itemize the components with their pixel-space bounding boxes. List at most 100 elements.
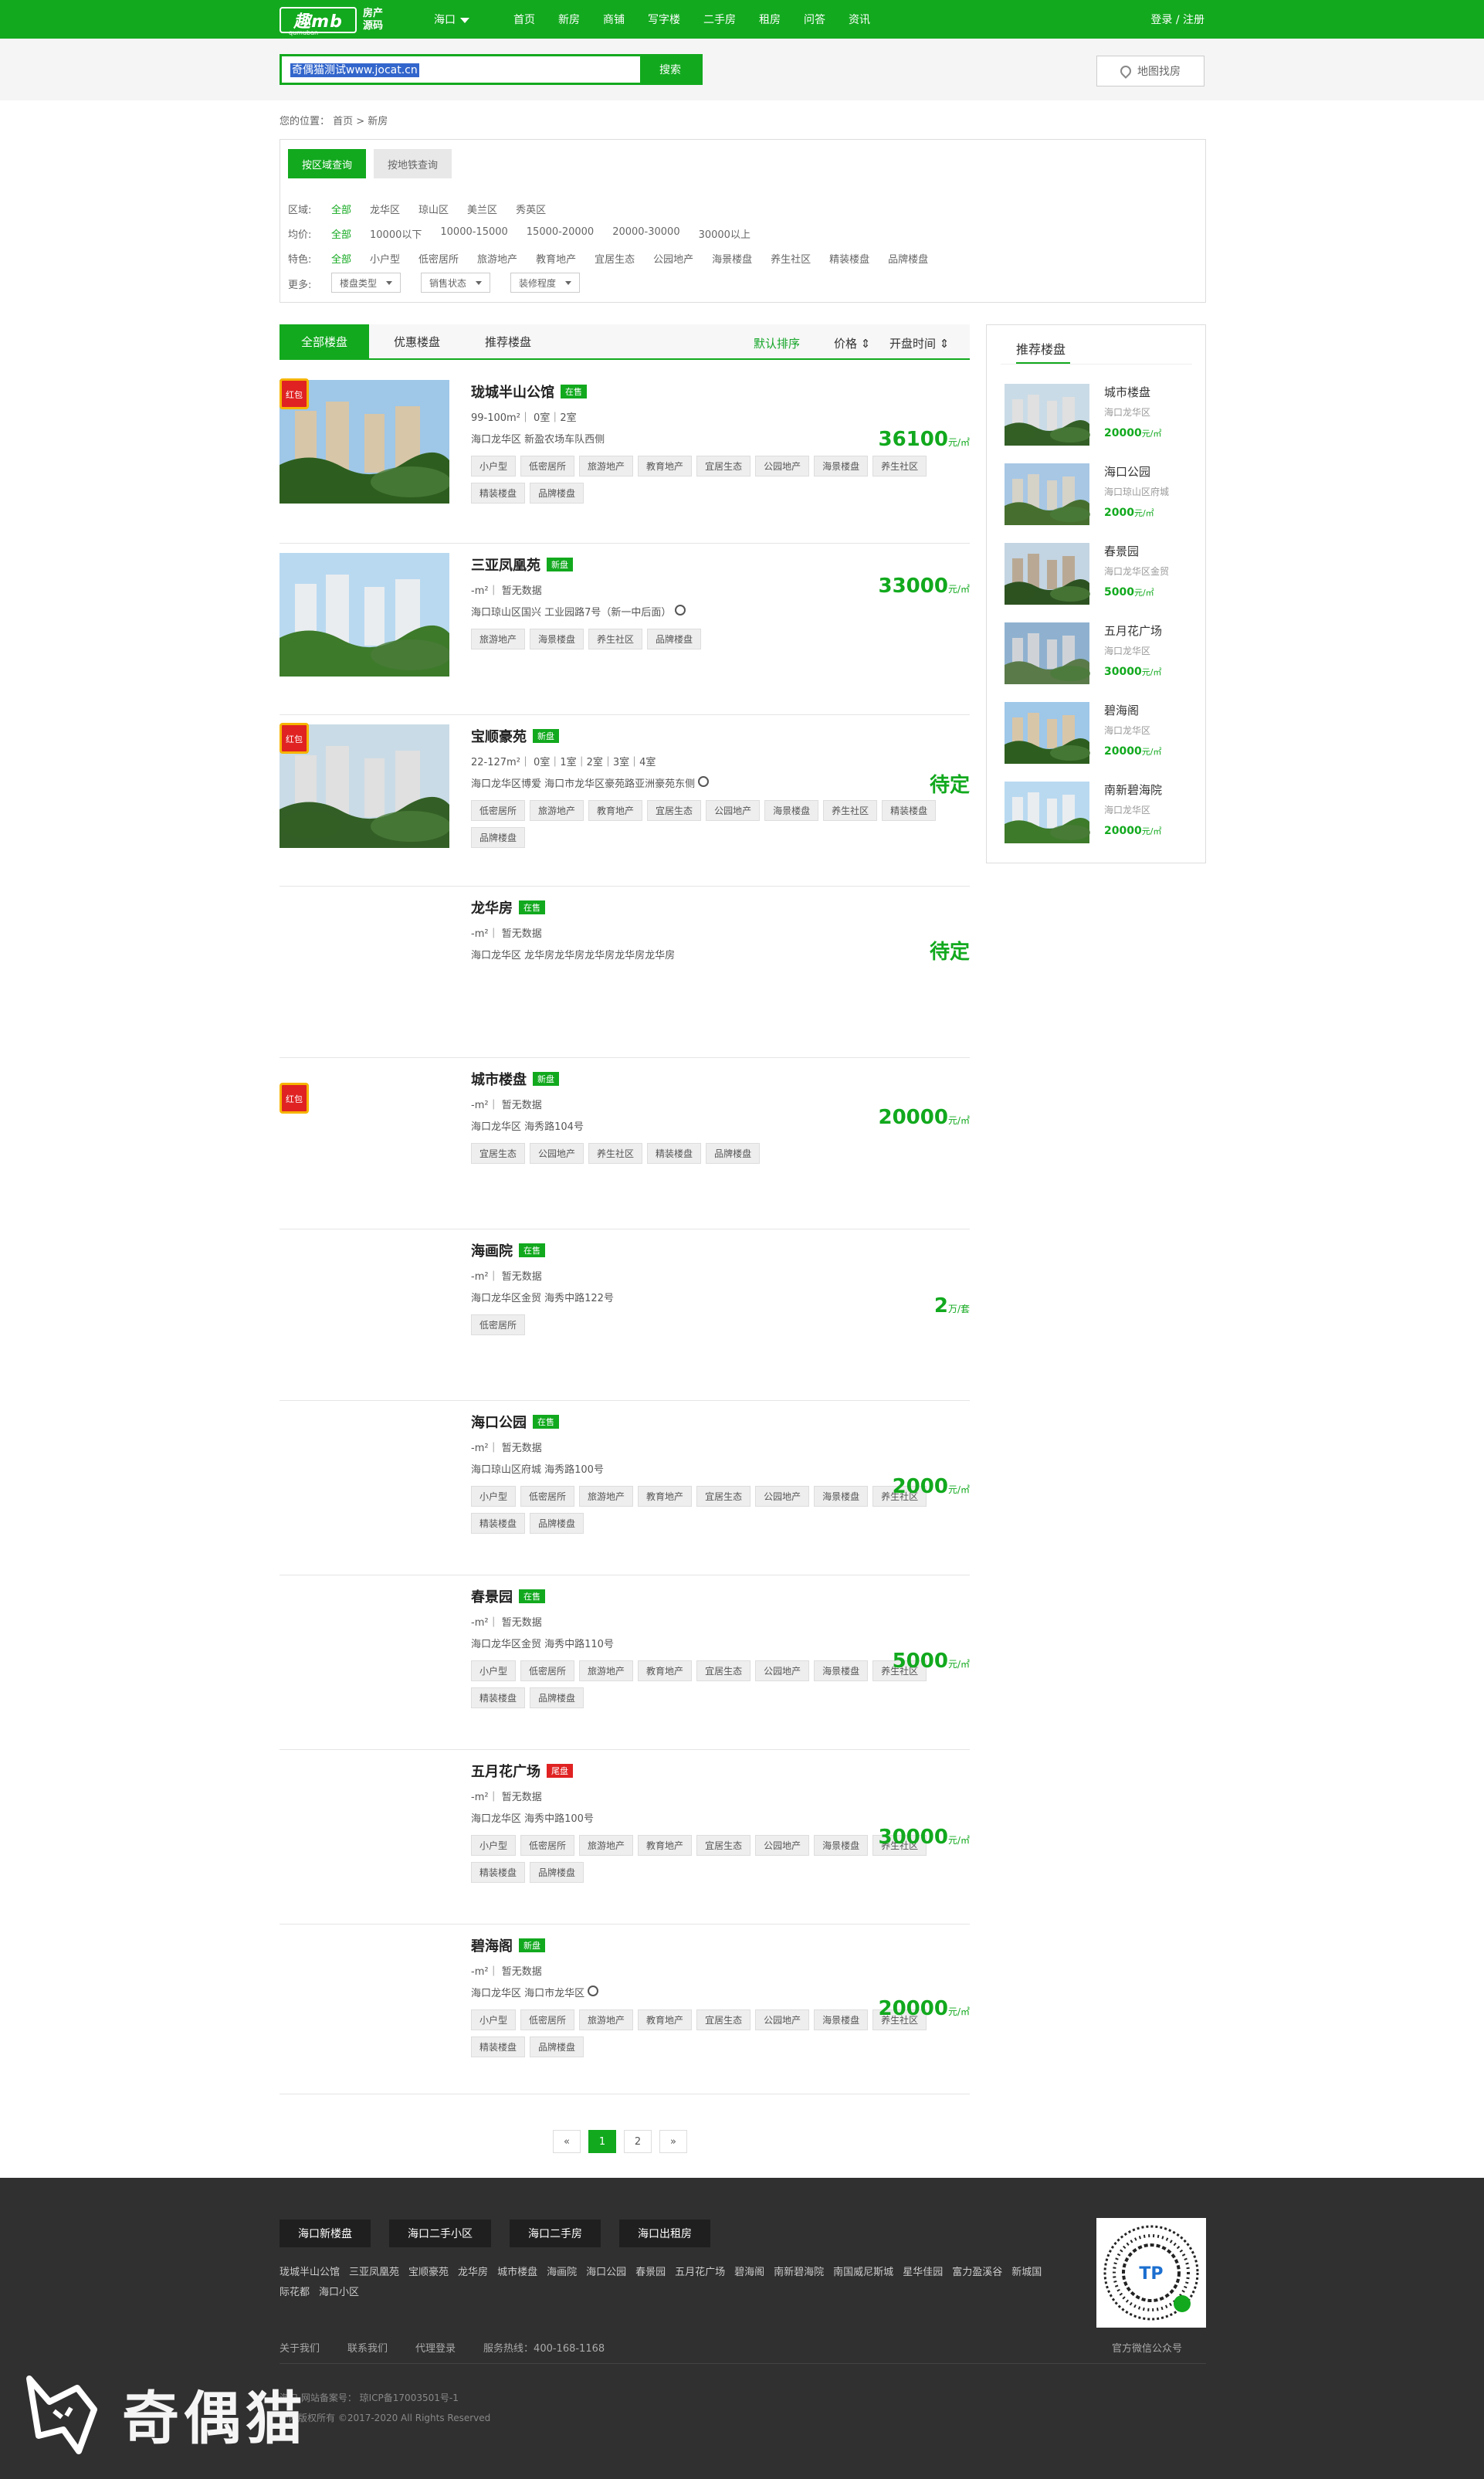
recommended-item[interactable]: 春景园 海口龙华区金贸 5000元/㎡ (1001, 543, 1194, 612)
listing-title[interactable]: 五月花广场 (471, 1761, 540, 1781)
filter-option[interactable]: 全部 (331, 226, 351, 241)
listing-item[interactable]: 碧海阁 新盘 -m²｜ 暂无数据 海口龙华区 海口市龙华区 小户型 低密居所 旅游地产 教育… (280, 1925, 970, 2094)
recommended-name[interactable]: 五月花广场 (1104, 622, 1162, 639)
menu-newhouse[interactable]: 新房 (558, 12, 580, 27)
listing-item[interactable]: 红包 珑城半山公馆 在售 99-100m²｜ 0室｜2室 海口龙华区 新盈农场车队西侧小… (280, 371, 970, 544)
filter-option[interactable]: 旅游地产 (477, 251, 517, 266)
listing-title[interactable]: 春景园 (471, 1586, 513, 1606)
recommended-image[interactable] (1001, 702, 1093, 764)
filter-option[interactable]: 15000-20000 (527, 226, 594, 241)
footer-link[interactable]: 海口小区 (319, 2287, 359, 2298)
recommended-item[interactable]: 碧海阁 海口龙华区 20000元/㎡ (1001, 702, 1194, 772)
tab-discount-listings[interactable]: 优惠楼盘 (394, 324, 440, 358)
listing-title[interactable]: 城市楼盘 (471, 1069, 527, 1089)
footer-btn-second-community[interactable]: 海口二手小区 (389, 2220, 491, 2247)
listing-title[interactable]: 海口公园 (471, 1412, 527, 1432)
footer-btn-new[interactable]: 海口新楼盘 (280, 2220, 371, 2247)
select-property-type[interactable]: 楼盘类型 (331, 273, 401, 293)
footer-link[interactable]: 海口公园 (586, 2267, 626, 2278)
tab-recommended-listings[interactable]: 推荐楼盘 (485, 324, 531, 358)
recommended-image[interactable] (1001, 543, 1093, 605)
listing-name[interactable]: 宝顺豪苑 新盘 (471, 726, 559, 746)
listing-name[interactable]: 碧海阁 新盘 (471, 1935, 545, 1955)
footer-link[interactable]: 三亚凤凰苑 (349, 2267, 399, 2278)
filter-option[interactable]: 小户型 (370, 251, 400, 266)
location-icon[interactable] (674, 605, 686, 616)
listing-name[interactable]: 五月花广场 尾盘 (471, 1761, 573, 1781)
listing-title[interactable]: 三亚凤凰苑 (471, 554, 540, 575)
footer-link[interactable]: 南国威尼斯城 (833, 2267, 893, 2278)
filter-option[interactable]: 宜居生态 (595, 251, 635, 266)
filter-option[interactable]: 30000以上 (699, 226, 750, 241)
listing-title[interactable]: 宝顺豪苑 (471, 726, 527, 746)
listing-title[interactable]: 碧海阁 (471, 1935, 513, 1955)
filter-option[interactable]: 全部 (331, 251, 351, 266)
page-2[interactable]: 2 (624, 2130, 652, 2153)
footer-about[interactable]: 关于我们 (280, 2340, 320, 2355)
listing-name[interactable]: 春景园 在售 (471, 1586, 545, 1606)
filter-option[interactable]: 美兰区 (467, 202, 497, 216)
tab-all-listings[interactable]: 全部楼盘 (280, 324, 370, 358)
listing-item[interactable]: 海画院 在售 -m²｜ 暂无数据 海口龙华区金贸 海秀中路122号 低密居所 2万/套 (280, 1229, 970, 1401)
search-button[interactable]: 搜索 (640, 56, 700, 83)
recommended-name[interactable]: 海口公园 (1104, 463, 1150, 480)
listing-title[interactable]: 珑城半山公馆 (471, 382, 554, 402)
footer-link[interactable]: 富力盈溪谷 (952, 2267, 1002, 2278)
listing-item[interactable]: 三亚凤凰苑 新盘 -m²｜ 暂无数据 海口琼山区国兴 工业园路7号（新一中后面） 旅游… (280, 544, 970, 715)
filter-option[interactable]: 海景楼盘 (712, 251, 752, 266)
recommended-item[interactable]: 南新碧海院 海口龙华区 20000元/㎡ (1001, 782, 1194, 851)
listing-item[interactable]: 红包 宝顺豪苑 新盘 22-127m²｜ 0室｜1室｜2室｜3室｜4室 海口龙华区博爱 … (280, 715, 970, 887)
login-register-link[interactable]: 登录 / 注册 (1150, 12, 1204, 27)
menu-rent[interactable]: 租房 (759, 12, 781, 27)
filter-option[interactable]: 10000-15000 (440, 226, 507, 241)
listing-name[interactable]: 龙华房 在售 (471, 897, 545, 917)
menu-news[interactable]: 资讯 (849, 12, 870, 27)
select-decoration[interactable]: 装修程度 (510, 273, 581, 293)
menu-qa[interactable]: 问答 (804, 12, 825, 27)
map-search-button[interactable]: 地图找房 (1096, 56, 1204, 86)
listing-name[interactable]: 三亚凤凰苑 新盘 (471, 554, 573, 575)
listing-item[interactable]: 红包 城市楼盘 新盘 -m²｜ 暂无数据 海口龙华区 海秀路104号 宜居生态 公园地产 养生… (280, 1058, 970, 1229)
listing-name[interactable]: 海口公园 在售 (471, 1412, 559, 1432)
filter-option[interactable]: 养生社区 (771, 251, 811, 266)
recommended-name[interactable]: 南新碧海院 (1104, 782, 1162, 798)
recommended-name[interactable]: 春景园 (1104, 543, 1139, 559)
footer-link[interactable]: 珑城半山公馆 (280, 2267, 340, 2278)
filter-option[interactable]: 低密居所 (418, 251, 459, 266)
page-1[interactable]: 1 (588, 2130, 616, 2153)
footer-link[interactable]: 星华佳园 (903, 2267, 943, 2278)
filter-option[interactable]: 精装楼盘 (829, 251, 869, 266)
recommended-image[interactable] (1001, 782, 1093, 843)
listing-item[interactable]: 五月花广场 尾盘 -m²｜ 暂无数据 海口龙华区 海秀中路100号 小户型 低密居所 旅游地… (280, 1750, 970, 1925)
page-next[interactable]: » (659, 2130, 687, 2153)
footer-link[interactable]: 宝顺豪苑 (408, 2267, 449, 2278)
recommended-image[interactable] (1001, 622, 1093, 684)
recommended-image[interactable] (1001, 384, 1093, 446)
footer-link[interactable]: 南新碧海院 (774, 2267, 824, 2278)
menu-shop[interactable]: 商铺 (603, 12, 625, 27)
filter-option[interactable]: 20000-30000 (612, 226, 679, 241)
listing-title[interactable]: 龙华房 (471, 897, 513, 917)
sort-default[interactable]: 默认排序 (754, 335, 800, 351)
menu-home[interactable]: 首页 (513, 12, 535, 27)
filter-option[interactable]: 公园地产 (653, 251, 693, 266)
footer-btn-rent[interactable]: 海口出租房 (619, 2220, 710, 2247)
recommended-item[interactable]: 城市楼盘 海口龙华区 20000元/㎡ (1001, 384, 1194, 453)
filter-option[interactable]: 琼山区 (418, 202, 449, 216)
recommended-item[interactable]: 五月花广场 海口龙华区 30000元/㎡ (1001, 622, 1194, 692)
recommended-image[interactable] (1001, 463, 1093, 525)
footer-agent-login[interactable]: 代理登录 (415, 2340, 456, 2355)
footer-link[interactable]: 碧海阁 (734, 2267, 764, 2278)
footer-contact[interactable]: 联系我们 (347, 2340, 388, 2355)
menu-secondhand[interactable]: 二手房 (703, 12, 736, 27)
sort-open-date[interactable]: 开盘时间 ⇕ (889, 335, 949, 351)
footer-link[interactable]: 五月花广场 (675, 2267, 725, 2278)
filter-option[interactable]: 秀英区 (516, 202, 546, 216)
sort-price[interactable]: 价格 ⇕ (834, 335, 870, 351)
footer-link[interactable]: 龙华房 (458, 2267, 488, 2278)
select-sale-status[interactable]: 销售状态 (421, 273, 491, 293)
city-selector[interactable]: 海口 (434, 12, 469, 27)
footer-link[interactable]: 海画院 (547, 2267, 577, 2278)
filter-option[interactable]: 品牌楼盘 (888, 251, 928, 266)
recommended-name[interactable]: 城市楼盘 (1104, 384, 1150, 400)
